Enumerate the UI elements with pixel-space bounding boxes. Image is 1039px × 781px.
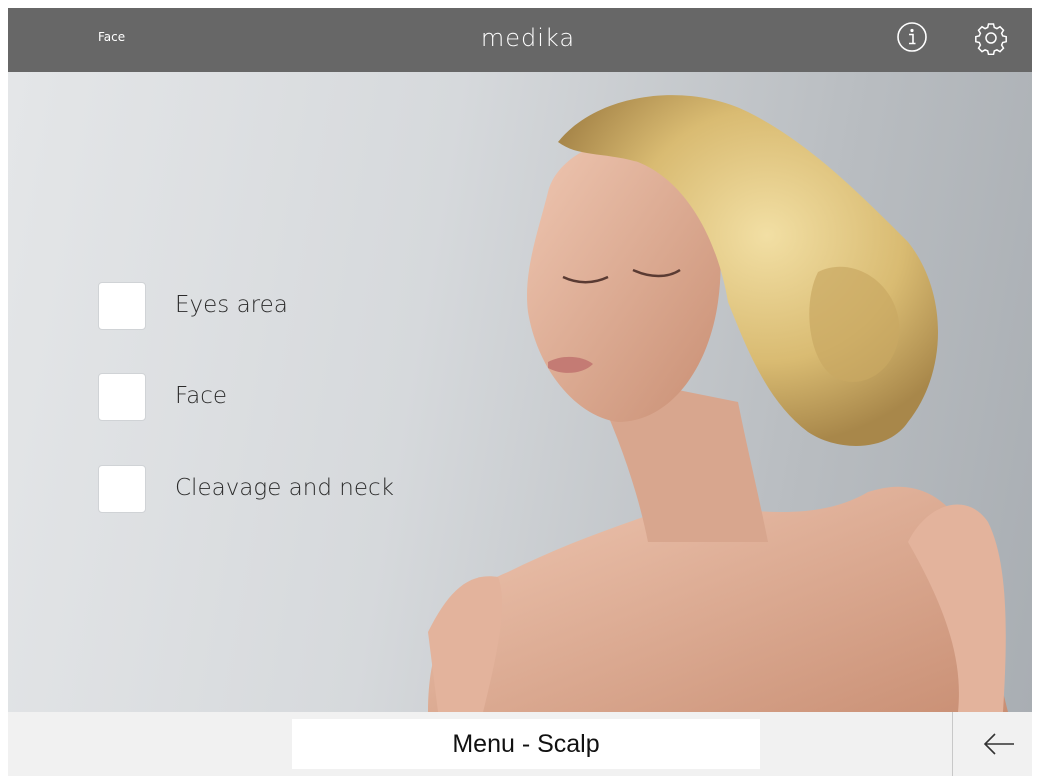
logo-text: medika: [480, 24, 576, 52]
footer-divider: [952, 712, 953, 776]
menu-scalp-button[interactable]: Menu - Scalp: [292, 719, 760, 769]
top-bar: Face medika: [8, 8, 1032, 72]
hero-area: Eyes area Face Cleavage and neck: [8, 72, 1032, 712]
back-button[interactable]: [982, 730, 1016, 758]
settings-button[interactable]: [974, 21, 1008, 56]
bottom-bar: Menu - Scalp: [8, 712, 1032, 776]
eyes-area-checkbox[interactable]: [98, 282, 146, 330]
option-cleavage-and-neck[interactable]: Cleavage and neck: [98, 465, 498, 513]
option-face[interactable]: Face: [98, 373, 498, 421]
face-checkbox[interactable]: [98, 373, 146, 421]
option-label: Face: [175, 383, 228, 409]
medika-logo: medika: [468, 20, 598, 64]
cleavage-and-neck-checkbox[interactable]: [98, 465, 146, 513]
option-eyes-area[interactable]: Eyes area: [98, 282, 498, 330]
info-icon: [897, 22, 927, 52]
gear-icon: [975, 23, 1007, 56]
option-label: Eyes area: [175, 292, 288, 318]
arrow-left-icon: [983, 733, 1014, 755]
info-button[interactable]: [895, 20, 929, 54]
option-label: Cleavage and neck: [175, 475, 394, 501]
app-window: Face medika Eyes area Face Cleavage and …: [8, 8, 1032, 776]
section-title: Face: [98, 30, 126, 44]
